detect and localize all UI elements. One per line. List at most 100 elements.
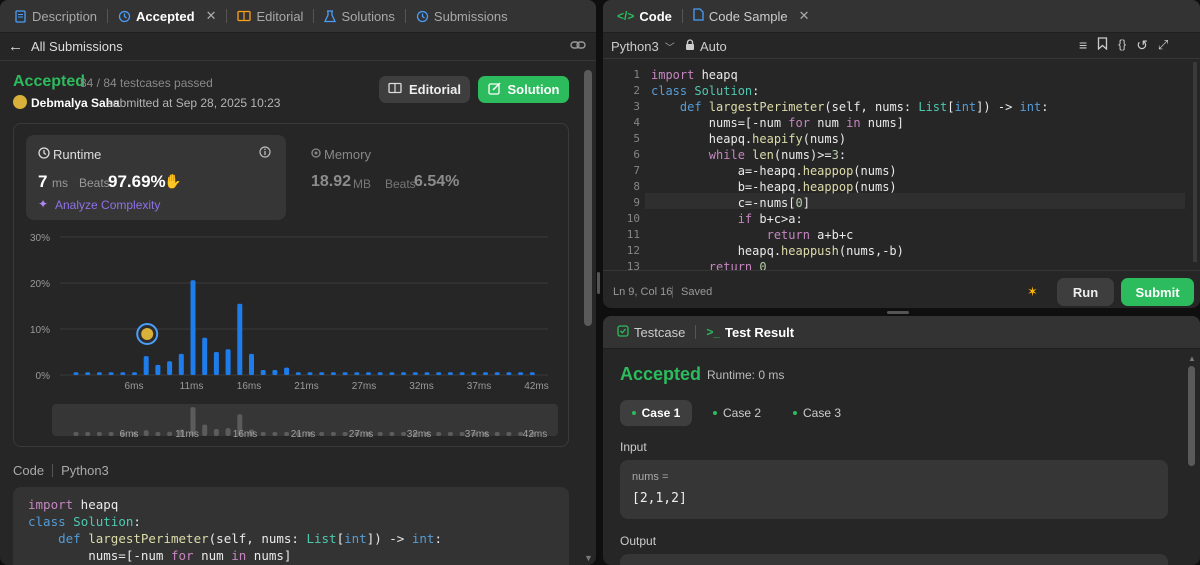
tab-editorial[interactable]: Editorial — [231, 9, 309, 24]
line-number: 4 — [633, 116, 640, 129]
tab-submissions[interactable]: Submissions — [410, 9, 514, 24]
tab-label: Solutions — [341, 8, 395, 24]
tab-description[interactable]: Description — [8, 9, 103, 24]
close-icon[interactable]: ✕ — [206, 8, 217, 24]
auto-mode[interactable]: Auto — [685, 39, 727, 54]
scrollbar-up-arrow[interactable]: ▲ — [1188, 354, 1196, 363]
line-number: 8 — [633, 180, 640, 193]
code-label: Code — [13, 463, 45, 478]
runtime-beats-label: Beats — [79, 176, 110, 190]
case-tab-3[interactable]: Case 3 — [783, 400, 851, 426]
debug-icon[interactable]: ✶ — [1027, 284, 1038, 300]
code-line: nums=[-num for num in nums] — [651, 116, 904, 130]
close-icon[interactable]: ✕ — [799, 8, 810, 24]
tab-divider — [695, 325, 697, 339]
tab-divider — [404, 9, 406, 23]
code-line: while len(nums)>=3: — [708, 148, 847, 162]
back-label[interactable]: All Submissions — [31, 39, 123, 54]
clock-icon — [38, 147, 50, 162]
run-button[interactable]: Run — [1057, 278, 1114, 306]
editor-scrollbar[interactable] — [1193, 62, 1197, 262]
line-number: 3 — [633, 100, 640, 113]
scrollbar-down-arrow[interactable]: ▼ — [584, 553, 593, 563]
editorial-button[interactable]: Editorial — [379, 76, 470, 103]
solution-button[interactable]: Solution — [478, 76, 569, 103]
divider — [603, 58, 1200, 59]
tab-solutions[interactable]: Solutions — [318, 9, 400, 24]
scrollbar[interactable] — [584, 70, 592, 326]
back-row[interactable]: ← All Submissions — [8, 38, 123, 55]
arrow-left-icon[interactable]: ← — [8, 38, 23, 55]
runtime-beats-value: 97.69% — [108, 172, 166, 191]
clap-icon: ✋ — [164, 173, 182, 189]
result-runtime: Runtime: 0 ms — [707, 368, 785, 382]
code-editor-panel: </> Code Code Sample ✕ Python3 ﹀ Auto ≡ … — [603, 0, 1200, 308]
tab-accepted[interactable]: Accepted ✕ — [112, 8, 222, 24]
language-value: Python3 — [611, 39, 659, 54]
memory-value: 18.92 — [311, 173, 352, 190]
fullscreen-icon[interactable]: ⤢ — [1158, 37, 1168, 54]
book-icon — [388, 82, 402, 97]
code-line: c=-nums[0] — [651, 196, 810, 210]
analyze-complexity-link[interactable]: Analyze Complexity — [55, 198, 160, 212]
input-label: Input — [620, 440, 647, 454]
reset-icon[interactable]: ↺ — [1136, 37, 1148, 54]
tab-divider — [226, 9, 228, 23]
bookmark-icon[interactable] — [1097, 37, 1108, 54]
code-language: Python3 — [61, 463, 109, 478]
testcases-passed: 84 / 84 testcases passed — [80, 76, 213, 90]
terminal-icon: >_ — [706, 325, 720, 339]
tab-code-sample[interactable]: Code Sample ✕ — [687, 8, 816, 24]
code-editor[interactable]: import heapq class Solution: def largest… — [651, 67, 1191, 275]
tab-label: Description — [32, 8, 98, 24]
submit-button[interactable]: Submit — [1121, 278, 1194, 306]
case-label: Case 3 — [802, 406, 842, 420]
braces-icon[interactable]: {} — [1118, 37, 1126, 54]
memory-unit: MB — [353, 177, 371, 191]
line-number: 7 — [633, 164, 640, 177]
tab-divider — [107, 9, 109, 23]
result-scrollbar[interactable] — [1188, 366, 1195, 466]
link-icon[interactable] — [570, 38, 586, 55]
output-label: Output — [620, 534, 657, 548]
panel-resize-handle[interactable] — [597, 272, 600, 294]
pass-dot-icon — [712, 411, 717, 415]
code-line: def largestPerimeter(self, nums: List[in… — [679, 100, 1049, 114]
input-box[interactable] — [620, 460, 1168, 519]
sparkle-icon: ✦ — [38, 197, 49, 211]
code-line: if b+c>a: — [737, 212, 803, 226]
case-tab-1[interactable]: Case 1 — [620, 400, 692, 426]
memory-icon — [310, 147, 322, 162]
output-box[interactable] — [620, 554, 1168, 565]
pass-dot-icon — [792, 411, 797, 415]
code-line: class Solution: — [28, 514, 141, 529]
tab-label: Code — [639, 8, 672, 24]
case-tab-2[interactable]: Case 2 — [703, 400, 771, 426]
horizontal-resize-handle[interactable] — [887, 311, 909, 314]
left-panel: Description Accepted ✕ Editorial Solutio… — [0, 0, 596, 565]
tab-label: Accepted — [136, 8, 195, 24]
submitted-code-block[interactable]: import heapq class Solution: def largest… — [13, 487, 569, 565]
code-line: class Solution: — [651, 84, 760, 98]
code-line: import heapq — [28, 497, 119, 512]
format-icon[interactable]: ≡ — [1079, 37, 1087, 54]
tab-label: Code Sample — [708, 8, 788, 24]
case-label: Case 2 — [722, 406, 762, 420]
chart-range-slider[interactable] — [52, 404, 558, 436]
solution-label: Solution — [507, 82, 560, 97]
line-number: 12 — [626, 244, 640, 257]
tab-divider — [681, 9, 683, 23]
info-icon[interactable] — [259, 146, 271, 161]
tab-test-result[interactable]: >_ Test Result — [700, 325, 800, 340]
chevron-down-icon: ﹀ — [664, 43, 675, 54]
tab-code[interactable]: </> Code — [611, 9, 678, 24]
language-select[interactable]: Python3 ﹀ — [611, 39, 675, 54]
saved-status: Saved — [681, 286, 713, 298]
result-status: Accepted — [620, 364, 702, 384]
memory-beats-value: 6.54% — [414, 173, 460, 190]
tab-testcase[interactable]: Testcase — [611, 325, 691, 340]
code-line: b=-heapq.heappop(nums) — [651, 180, 897, 194]
description-icon — [14, 9, 27, 23]
runtime-value: 7 — [38, 172, 48, 191]
code-line: heapq.heapify(nums) — [651, 132, 847, 146]
